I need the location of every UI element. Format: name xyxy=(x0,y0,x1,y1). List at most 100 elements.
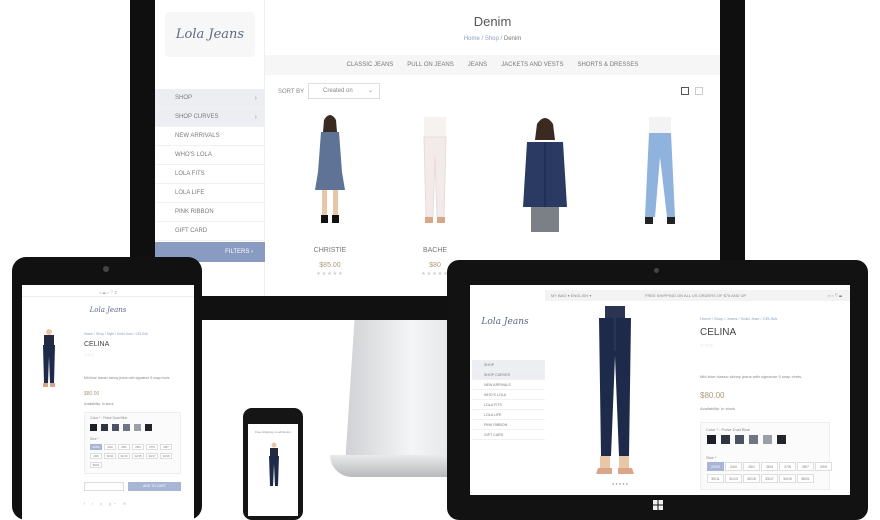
iphone-product-image xyxy=(269,442,279,486)
sidebar-item[interactable]: SHOP CURVES xyxy=(472,370,545,380)
quantity-stepper[interactable] xyxy=(84,482,124,491)
sidebar-item[interactable]: WHO'S LOLA xyxy=(155,146,265,165)
chevron-right-icon: › xyxy=(254,114,257,121)
breadcrumb-shop[interactable]: Shop xyxy=(485,36,499,42)
sidebar-item[interactable]: LOLA FITS xyxy=(472,400,545,410)
ipad-product-image xyxy=(43,329,55,387)
size-option[interactable]: 32/15 xyxy=(132,453,144,459)
product-name[interactable]: BACHE xyxy=(385,247,485,254)
size-option[interactable]: 30/11 xyxy=(707,474,724,483)
sidebar-item[interactable]: LOLA LIFE xyxy=(155,184,265,203)
sidebar-item[interactable]: PINK RIBBON xyxy=(472,420,545,430)
color-swatch[interactable] xyxy=(145,424,152,431)
windows-logo-icon[interactable] xyxy=(653,500,663,510)
size-option[interactable]: 30/11 xyxy=(104,453,116,459)
sidebar-item[interactable]: LOLA LIFE xyxy=(472,410,545,420)
category-tab[interactable]: SHORTS & DRESSES xyxy=(577,55,638,75)
tablet-topbar: MY BAG ▾ ENGLISH ▾ FREE SHIPPING ON ALL … xyxy=(545,290,850,301)
product-card[interactable] xyxy=(610,112,710,247)
camera-icon xyxy=(103,266,109,272)
size-option[interactable]: 27/5 xyxy=(779,462,796,471)
sidebar-item[interactable]: SHOP CURVES › xyxy=(155,108,265,127)
tablet-logo[interactable]: Lola Jeans xyxy=(480,308,530,336)
size-option[interactable]: 29/9 xyxy=(90,453,102,459)
ipad-availability: Availability: In stock xyxy=(84,402,114,406)
category-tab[interactable]: JEANS xyxy=(468,55,487,75)
ipad-rating[interactable]: ☆☆☆ xyxy=(84,352,95,357)
size-option[interactable]: 22/00 xyxy=(707,462,724,471)
size-option[interactable]: 28/7 xyxy=(160,444,172,450)
sidebar-item-label: LOLA LIFE xyxy=(175,190,205,196)
size-option[interactable]: 33/17 xyxy=(761,474,778,483)
product-name[interactable]: CHRISTIE xyxy=(280,247,380,254)
sidebar-item[interactable]: PINK RIBBON xyxy=(155,203,265,222)
category-tab[interactable]: PULL ON JEANS xyxy=(407,55,453,75)
breadcrumb-home[interactable]: Home xyxy=(464,36,480,42)
tablet-product-image xyxy=(596,306,634,474)
sidebar-item[interactable]: SHOP xyxy=(472,360,545,370)
breadcrumb-current: Denim xyxy=(503,36,522,42)
size-option[interactable]: 32/15 xyxy=(743,474,760,483)
tablet-sidebar-nav: SHOP SHOP CURVES NEW ARRIVALS WHO'S LOLA LOL… xyxy=(472,360,545,440)
topbar-menu[interactable]: MY BAG ▾ ENGLISH ▾ xyxy=(551,290,591,301)
color-swatch[interactable] xyxy=(101,424,108,431)
sidebar-item[interactable]: SHOP › xyxy=(155,89,265,108)
size-option[interactable]: 33/17 xyxy=(146,453,158,459)
size-option[interactable]: 28/7 xyxy=(797,462,814,471)
breadcrumb-separator: / xyxy=(481,36,484,42)
color-swatch[interactable] xyxy=(735,435,744,444)
size-option[interactable]: 24/0 xyxy=(725,462,742,471)
color-swatch[interactable] xyxy=(707,435,716,444)
color-swatch[interactable] xyxy=(763,435,772,444)
list-view-icon[interactable] xyxy=(695,87,703,95)
iphone-banner: Free shipping on all Denim xyxy=(255,430,291,434)
ipad-logo[interactable]: Lola Jeans xyxy=(84,300,132,320)
desktop-logo[interactable]: Lola Jeans xyxy=(165,12,255,57)
category-tab[interactable]: CLASSIC JEANS xyxy=(347,55,394,75)
size-option[interactable]: 35/21 xyxy=(797,474,814,483)
sidebar-item[interactable]: GIFT CARD xyxy=(155,222,265,241)
ipad-breadcrumb[interactable]: Home / Shop / Style / Solid Jean / CELIN… xyxy=(84,332,148,336)
product-image xyxy=(523,118,567,232)
size-option[interactable]: 24/0 xyxy=(104,444,116,450)
shipping-banner: FREE SHIPPING ON ALL US ORDERS OF $75 AN… xyxy=(645,293,747,298)
gallery-dots[interactable]: ●●●●● xyxy=(612,481,629,486)
product-card[interactable] xyxy=(495,112,595,247)
sort-select[interactable]: Created on ⌄ xyxy=(308,83,380,99)
color-swatch[interactable] xyxy=(123,424,130,431)
color-swatch[interactable] xyxy=(721,435,730,444)
size-option[interactable]: 25/1 xyxy=(118,444,130,450)
add-to-cart-button[interactable]: ADD TO CART xyxy=(128,482,181,491)
size-option[interactable]: 27/5 xyxy=(146,444,158,450)
grid-view-icon[interactable] xyxy=(681,87,689,95)
size-option[interactable]: 26/3 xyxy=(761,462,778,471)
social-share-icons[interactable]: f t p g+ ✉ xyxy=(84,502,129,506)
sort-select-value: Created on xyxy=(323,88,353,94)
color-swatch[interactable] xyxy=(134,424,141,431)
size-option[interactable]: 34/19 xyxy=(160,453,172,459)
size-option[interactable]: 35/21 xyxy=(90,462,102,468)
sidebar-item[interactable]: NEW ARRIVALS xyxy=(155,127,265,146)
size-option[interactable]: 31/13 xyxy=(118,453,130,459)
color-swatch[interactable] xyxy=(90,424,97,431)
page-title: Denim xyxy=(473,14,512,29)
color-swatch[interactable] xyxy=(777,435,786,444)
size-option[interactable]: 25/1 xyxy=(743,462,760,471)
sidebar-item[interactable]: GIFT CARD xyxy=(472,430,545,440)
size-option[interactable]: 29/9 xyxy=(815,462,832,471)
sidebar-item[interactable]: WHO'S LOLA xyxy=(472,390,545,400)
size-option[interactable]: 22/00 xyxy=(90,444,102,450)
color-swatch[interactable] xyxy=(749,435,758,444)
category-tab[interactable]: JACKETS AND VESTS xyxy=(501,55,563,75)
product-card[interactable]: BACHE $80 ★★★★★ xyxy=(385,112,485,277)
sidebar-item[interactable]: LOLA FITS xyxy=(155,165,265,184)
size-option[interactable]: 31/13 xyxy=(725,474,742,483)
topbar-icons[interactable]: ⌕ ⌂ ♡ ☰ xyxy=(828,290,842,301)
size-option[interactable]: 34/19 xyxy=(779,474,796,483)
tablet-breadcrumb[interactable]: Home / Shop / Jeans / Solid Jean / CELIN… xyxy=(700,316,777,321)
color-swatch[interactable] xyxy=(112,424,119,431)
product-card[interactable]: CHRISTIE $85.00 ★★★★★ xyxy=(280,112,380,277)
sidebar-item[interactable]: NEW ARRIVALS xyxy=(472,380,545,390)
tablet-rating[interactable]: ☆☆☆ xyxy=(700,343,713,349)
size-option[interactable]: 26/3 xyxy=(132,444,144,450)
